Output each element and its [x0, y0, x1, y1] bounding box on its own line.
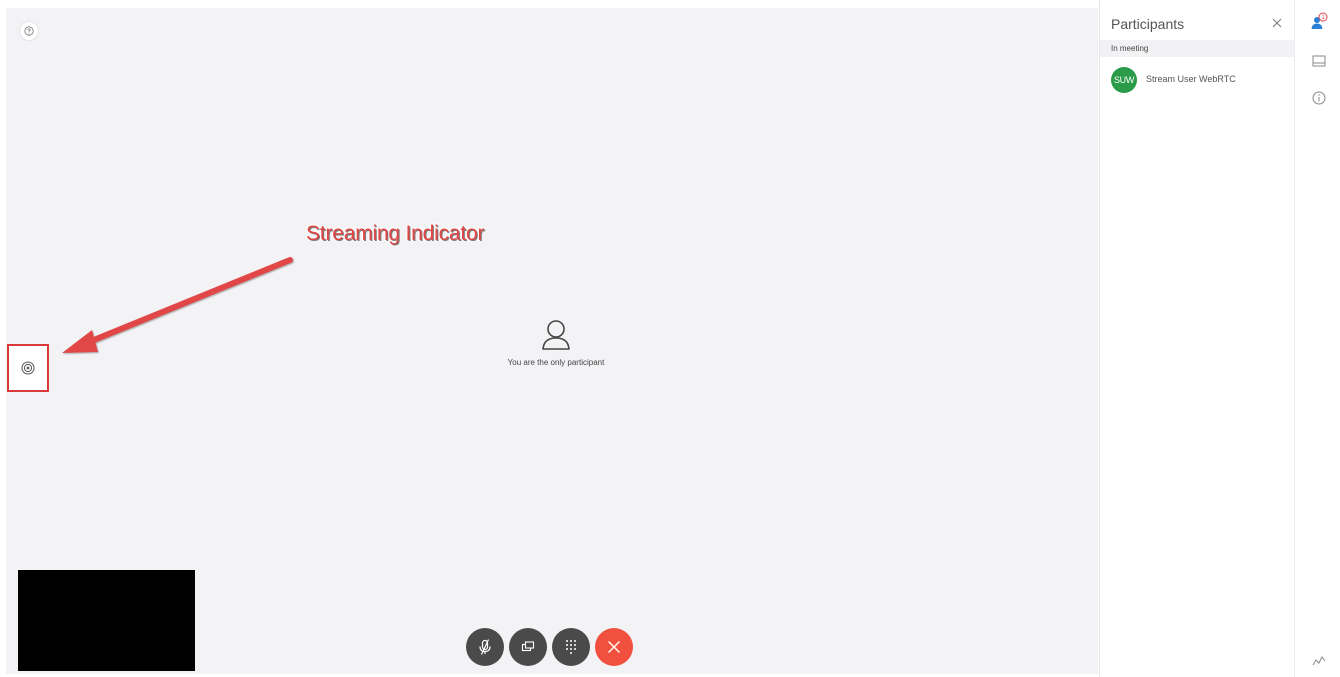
mute-button[interactable] [466, 628, 504, 666]
info-rail-button[interactable] [1310, 89, 1328, 107]
participants-icon: 1 [1311, 12, 1328, 29]
participant-row[interactable]: SUW Stream User WebRTC [1100, 67, 1294, 101]
keypad-icon [566, 640, 576, 654]
streaming-indicator-highlight [7, 344, 49, 392]
meeting-stage: Streaming Indicator You are the only par… [6, 8, 1098, 674]
person-icon [542, 320, 570, 350]
in-meeting-section-header: In meeting [1100, 40, 1294, 57]
participants-panel-header: Participants [1100, 0, 1294, 40]
streaming-indicator-button[interactable] [18, 358, 38, 378]
layout-icon [1312, 55, 1326, 67]
end-call-button[interactable] [595, 628, 633, 666]
empty-state: You are the only participant [446, 318, 666, 367]
right-rail: 1 [1294, 0, 1340, 677]
statistics-icon [1312, 656, 1326, 666]
help-button[interactable] [20, 22, 38, 40]
call-controls [466, 628, 633, 666]
participant-name: Stream User WebRTC [1146, 74, 1236, 84]
stats-rail-button[interactable] [1310, 652, 1328, 670]
share-screen-icon [521, 641, 535, 652]
muted-microphone-icon [479, 639, 491, 655]
avatar: SUW [1111, 67, 1137, 93]
panel-title: Participants [1111, 16, 1185, 32]
close-icon [608, 641, 620, 653]
keypad-button[interactable] [552, 628, 590, 666]
self-view-video [18, 570, 195, 671]
only-participant-message: You are the only participant [507, 358, 605, 367]
info-icon [1312, 91, 1326, 105]
participants-rail-button[interactable]: 1 [1310, 12, 1328, 30]
streaming-icon [21, 361, 35, 375]
close-panel-button[interactable] [1270, 16, 1284, 30]
annotation-label: Streaming Indicator [306, 222, 485, 245]
participants-panel: Participants In meeting SUW Stream User … [1099, 0, 1294, 677]
share-screen-button[interactable] [509, 628, 547, 666]
layout-rail-button[interactable] [1310, 52, 1328, 70]
help-icon [24, 26, 34, 36]
meeting-app: Streaming Indicator You are the only par… [0, 0, 1340, 677]
